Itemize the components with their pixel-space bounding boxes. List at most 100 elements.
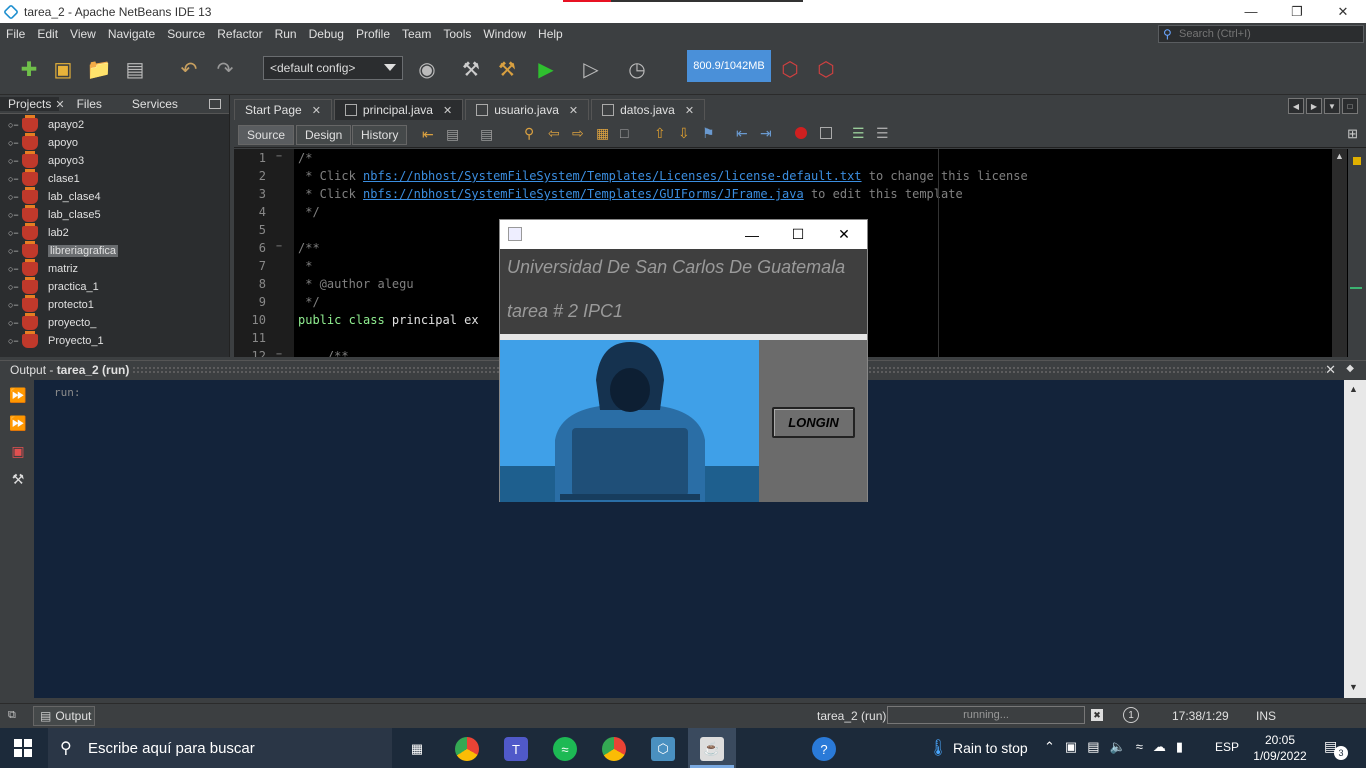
output-scrollbar[interactable]: ▲ ▼: [1344, 380, 1366, 698]
scroll-up-icon[interactable]: ▲: [1349, 384, 1358, 394]
close-tab-icon[interactable]: ✕: [443, 104, 452, 117]
menu-profile[interactable]: Profile: [350, 27, 396, 41]
project-node[interactable]: ○− practica_1: [0, 277, 229, 296]
expand-icon[interactable]: ○−: [8, 336, 22, 346]
split-icon[interactable]: ⊞: [1347, 126, 1358, 142]
windows-start-icon[interactable]: [14, 739, 32, 757]
expand-icon[interactable]: ○−: [8, 210, 22, 220]
tray-icon[interactable]: ▣: [1065, 739, 1077, 755]
license-link[interactable]: nbfs://nbhost/SystemFileSystem/Templates…: [363, 169, 862, 183]
project-node[interactable]: ○− apoyo: [0, 133, 229, 152]
spotify-icon[interactable]: ≈: [553, 737, 577, 761]
forward-icon[interactable]: ▤: [480, 126, 493, 143]
chevron-up-icon[interactable]: ⌃: [1044, 739, 1055, 755]
record-macro-icon[interactable]: [795, 127, 807, 139]
chrome-profile-icon[interactable]: [602, 737, 626, 761]
fold-icon[interactable]: −: [276, 349, 282, 357]
open-project-icon[interactable]: 📁: [86, 56, 112, 82]
config-select[interactable]: <default config>: [263, 56, 403, 80]
history-view-button[interactable]: History: [352, 125, 408, 145]
fold-icon[interactable]: −: [276, 241, 282, 252]
next-bookmark-icon[interactable]: ⇩: [678, 125, 690, 142]
close-output-icon[interactable]: ✕: [1325, 362, 1336, 378]
dialog-close-button[interactable]: ✕: [821, 220, 867, 249]
cancel-task-icon[interactable]: ✖: [1091, 709, 1103, 721]
wifi-icon[interactable]: ≈: [1136, 739, 1143, 755]
chevron-left-icon[interactable]: ◀: [1288, 98, 1304, 114]
stop-icon[interactable]: ▣: [9, 442, 27, 460]
expand-icon[interactable]: ○−: [8, 228, 22, 238]
prev-bookmark-icon[interactable]: ⇧: [654, 125, 666, 142]
expand-icon[interactable]: ○−: [8, 192, 22, 202]
save-all-icon[interactable]: ▤: [122, 56, 148, 82]
tab-principal-java[interactable]: principal.java ✕: [333, 99, 464, 120]
chevron-right-icon[interactable]: ▶: [1306, 98, 1322, 114]
target-icon[interactable]: ◉: [414, 56, 440, 82]
new-project-icon[interactable]: ▣: [50, 56, 76, 82]
warning-marker[interactable]: [1353, 157, 1361, 165]
menu-run[interactable]: Run: [269, 27, 303, 41]
minimize-button[interactable]: —: [1228, 0, 1274, 23]
debug-icon[interactable]: ▷: [578, 56, 604, 82]
tray-icon-2[interactable]: ▤: [1087, 739, 1099, 755]
menu-refactor[interactable]: Refactor: [211, 27, 268, 41]
taskbar-search[interactable]: ⚲ Escribe aquí para buscar: [48, 728, 392, 768]
project-node[interactable]: ○− libreriagrafica: [0, 241, 229, 260]
scroll-down-icon[interactable]: ▼: [1349, 682, 1358, 692]
task-view-icon[interactable]: ▦: [405, 737, 429, 761]
expand-icon[interactable]: ○−: [8, 318, 22, 328]
find-icon[interactable]: ⚲: [524, 125, 534, 142]
expand-icon[interactable]: ○−: [8, 138, 22, 148]
expand-icon[interactable]: ○−: [8, 246, 22, 256]
selection-icon[interactable]: □: [620, 125, 628, 141]
java-task-icon[interactable]: ☕: [700, 737, 724, 761]
close-tab-icon[interactable]: ✕: [569, 104, 578, 117]
close-button[interactable]: ✕: [1320, 0, 1366, 23]
project-node[interactable]: ○− matriz: [0, 259, 229, 278]
netbeans-task-icon[interactable]: ⬡: [651, 737, 675, 761]
diamond-icon[interactable]: ◆: [1346, 363, 1354, 374]
menu-view[interactable]: View: [64, 27, 102, 41]
project-node[interactable]: ○− lab_clase5: [0, 205, 229, 224]
design-view-button[interactable]: Design: [296, 125, 352, 145]
shift-right-icon[interactable]: ⇥: [760, 125, 772, 142]
notification-center-icon[interactable]: ▤ 3: [1324, 738, 1348, 760]
teams-icon[interactable]: T: [504, 737, 528, 761]
build-icon[interactable]: ⚒: [458, 56, 484, 82]
back-icon[interactable]: ▤: [446, 126, 459, 143]
output-toggle-button[interactable]: ▤ Output: [33, 706, 95, 726]
close-tab-icon[interactable]: ✕: [685, 104, 694, 117]
menu-team[interactable]: Team: [396, 27, 437, 41]
expand-icon[interactable]: ○−: [8, 174, 22, 184]
onedrive-icon[interactable]: ☁: [1153, 739, 1166, 755]
language-indicator[interactable]: ESP: [1215, 740, 1239, 754]
stop-macro-icon[interactable]: [820, 127, 832, 139]
expand-icon[interactable]: ○−: [8, 120, 22, 130]
profile-icon[interactable]: ◷: [624, 56, 650, 82]
toggle-bookmark-icon[interactable]: ⚑: [702, 125, 715, 142]
expand-icon[interactable]: ○−: [8, 282, 22, 292]
close-icon[interactable]: ✕: [55, 98, 64, 111]
close-tab-icon[interactable]: ✕: [312, 104, 321, 117]
toggle-highlight-icon[interactable]: ▦: [596, 125, 609, 142]
tab-datos-java[interactable]: datos.java ✕: [591, 99, 706, 120]
project-node[interactable]: ○− apayo2: [0, 115, 229, 134]
tab-start-page[interactable]: Start Page ✕: [234, 99, 332, 120]
run-icon[interactable]: ▶: [533, 56, 559, 82]
comment-icon[interactable]: ☰: [852, 125, 865, 142]
redo-icon[interactable]: ↷: [212, 56, 238, 82]
restore-windows-icon[interactable]: ⧉: [8, 709, 16, 722]
project-node[interactable]: ○− clase1: [0, 169, 229, 188]
shift-left-icon[interactable]: ⇤: [736, 125, 748, 142]
menu-navigate[interactable]: Navigate: [102, 27, 161, 41]
menu-source[interactable]: Source: [161, 27, 211, 41]
template-link[interactable]: nbfs://nbhost/SystemFileSystem/Templates…: [363, 187, 804, 201]
help-icon[interactable]: ?: [812, 737, 836, 761]
menu-help[interactable]: Help: [532, 27, 569, 41]
last-edit-icon[interactable]: ⇤: [422, 126, 434, 143]
settings-icon[interactable]: ⚒: [9, 470, 27, 488]
scroll-up-icon[interactable]: ▲: [1332, 149, 1347, 163]
menu-file[interactable]: File: [0, 27, 31, 41]
project-node[interactable]: ○− lab_clase4: [0, 187, 229, 206]
memory-indicator[interactable]: 800.9/1042MB: [687, 50, 771, 82]
